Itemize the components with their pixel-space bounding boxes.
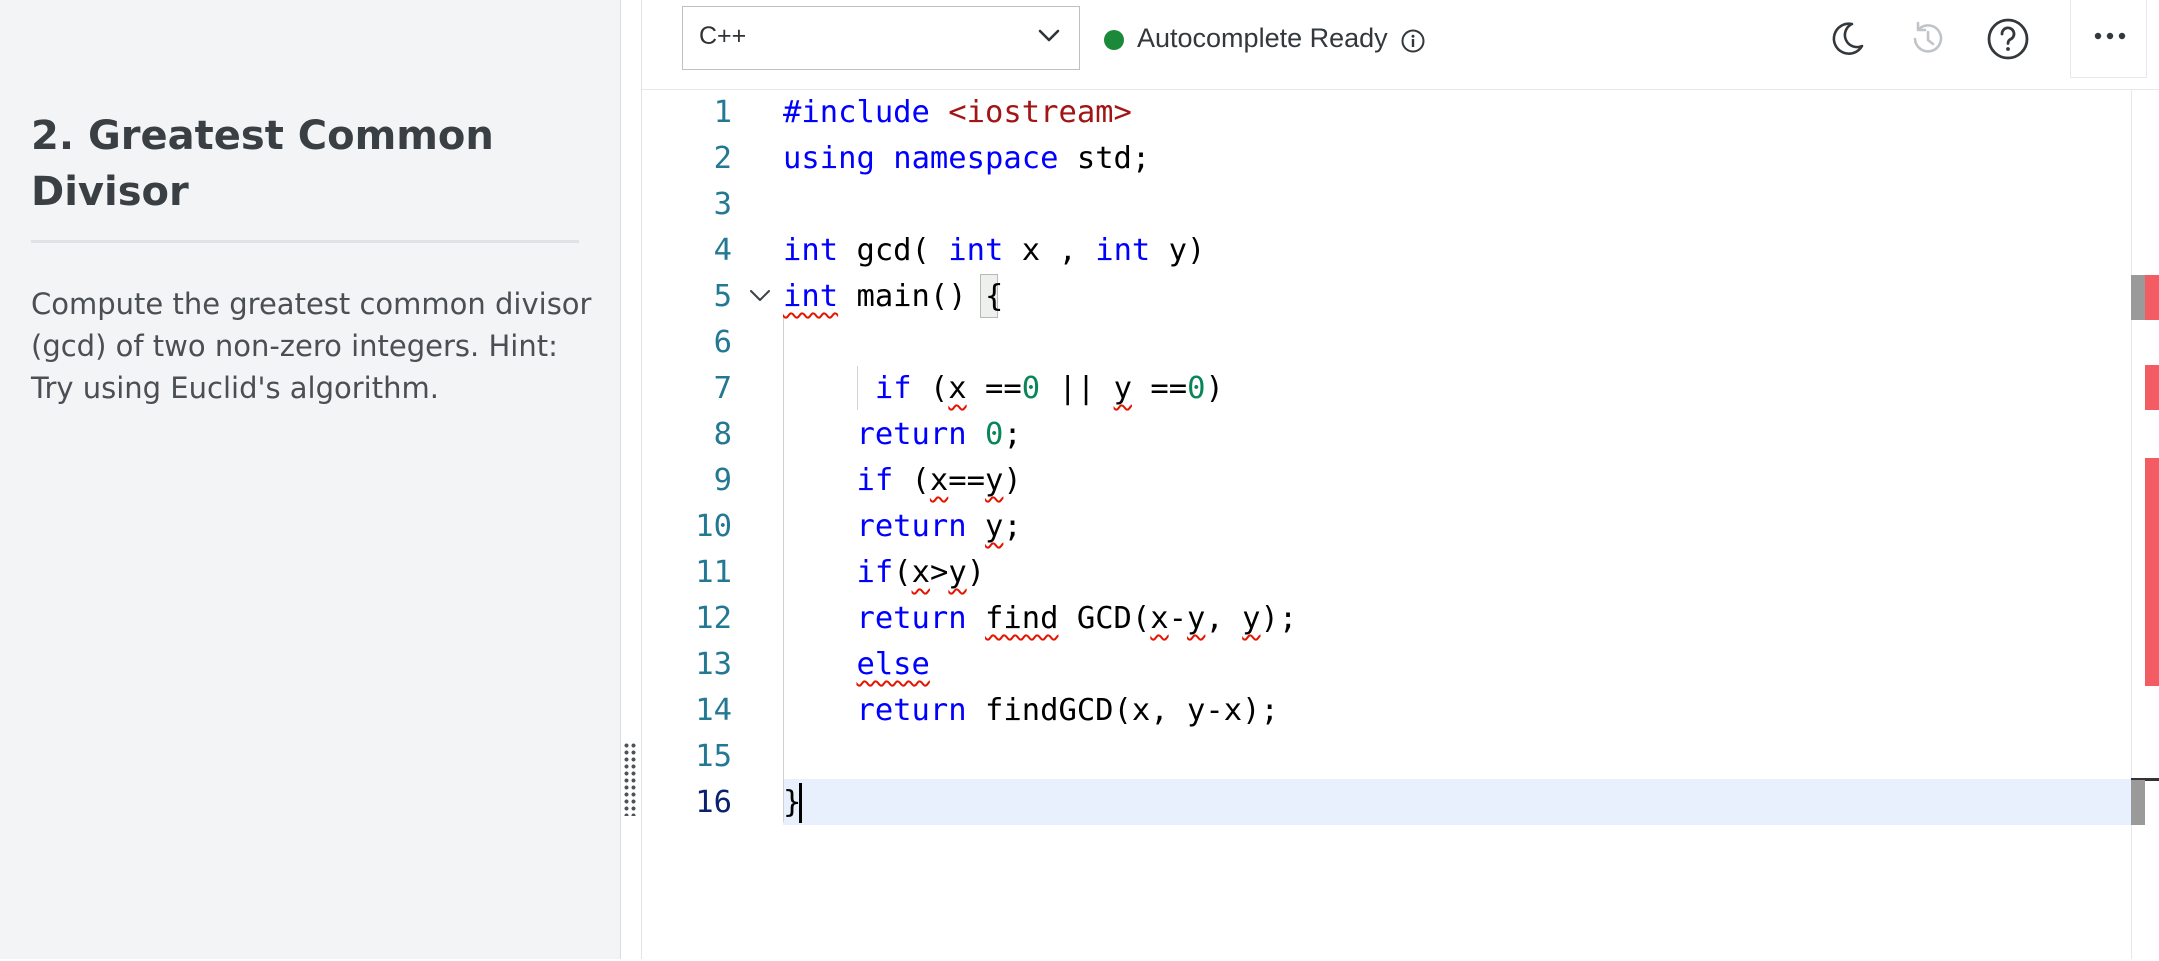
line-number: 12 (695, 601, 732, 636)
code-line-text: int main() { (783, 279, 1004, 314)
code-line-text: int gcd( int x , int y) (783, 233, 1206, 268)
code-line[interactable]: 16 } (642, 781, 2132, 827)
code-line[interactable]: 1 #include <iostream> (642, 91, 2132, 137)
code-line-text: using namespace std; (783, 141, 1151, 176)
code-line[interactable]: 7 if (x ==0 || y ==0) (642, 367, 2132, 413)
line-number: 6 (713, 325, 732, 360)
problem-panel: 2. Greatest Common Divisor Compute the g… (0, 0, 621, 959)
text-cursor (799, 783, 802, 823)
code-line[interactable]: 10 return y; (642, 505, 2132, 551)
moon-icon[interactable] (1826, 18, 1868, 60)
ruler-error-mark (2145, 275, 2159, 320)
code-line[interactable]: 15 (642, 735, 2132, 781)
language-value: C++ (699, 22, 747, 50)
line-number: 11 (695, 555, 732, 590)
status-text: Autocomplete Ready (1137, 23, 1388, 53)
code-line[interactable]: 3 (642, 183, 2132, 229)
code-line-text: if (x ==0 || y ==0) (874, 371, 1224, 406)
help-icon[interactable] (1985, 16, 2031, 62)
problem-description: Compute the greatest common divisor (gcd… (31, 287, 592, 405)
code-line-text: else (856, 647, 930, 682)
problem-title: 2. Greatest Common Divisor (31, 113, 494, 215)
line-number: 13 (695, 647, 732, 682)
ruler-error-mark (2145, 365, 2159, 410)
drag-handle-icon[interactable] (623, 742, 637, 816)
code-line[interactable]: 14 return findGCD(x, y-x); (642, 689, 2132, 735)
code-line-text: return 0; (856, 417, 1022, 452)
line-number: 8 (713, 417, 732, 452)
line-number: 10 (695, 509, 732, 544)
line-number: 4 (713, 233, 732, 268)
code-area[interactable]: 1 #include <iostream> 2 using namespace … (642, 91, 2132, 961)
code-line[interactable]: 13 else (642, 643, 2132, 689)
chevron-down-icon (1038, 29, 1060, 42)
code-line[interactable]: 2 using namespace std; (642, 137, 2132, 183)
ruler-viewport-mark (2131, 275, 2145, 320)
more-icon (2094, 32, 2126, 40)
line-number: 7 (713, 371, 732, 406)
info-icon[interactable] (1400, 28, 1426, 54)
code-line[interactable]: 8 return 0; (642, 413, 2132, 459)
code-line[interactable]: 12 return find GCD(x-y, y); (642, 597, 2132, 643)
line-number: 1 (713, 95, 732, 130)
code-line-text: return y; (856, 509, 1022, 544)
line-number: 9 (713, 463, 732, 498)
code-line-text: if (x==y) (856, 463, 1022, 498)
fold-chevron-icon[interactable] (748, 288, 772, 304)
code-line[interactable]: 4 int gcd( int x , int y) (642, 229, 2132, 275)
line-number: 3 (713, 187, 732, 222)
code-line-text: return find GCD(x-y, y); (856, 601, 1298, 636)
code-line[interactable]: 11 if(x>y) (642, 551, 2132, 597)
line-number: 14 (695, 693, 732, 728)
title-divider (31, 240, 579, 243)
status-dot (1104, 30, 1124, 50)
more-options-button[interactable] (2070, 0, 2147, 78)
code-line-text: if(x>y) (856, 555, 986, 590)
code-line-text: #include <iostream> (783, 95, 1132, 130)
code-line[interactable]: 6 (642, 321, 2132, 367)
code-line-text: return findGCD(x, y-x); (856, 693, 1279, 728)
line-number: 5 (713, 279, 732, 314)
line-number: 2 (713, 141, 732, 176)
code-line[interactable]: 5 int main() { (642, 275, 2132, 321)
language-select[interactable]: C++ (682, 6, 1080, 70)
history-icon[interactable] (1906, 18, 1948, 60)
line-number: 16 (695, 785, 732, 820)
code-line[interactable]: 9 if (x==y) (642, 459, 2132, 505)
line-number: 15 (695, 739, 732, 774)
ruler-cursor-block (2131, 780, 2145, 825)
ruler-error-mark (2145, 458, 2159, 686)
